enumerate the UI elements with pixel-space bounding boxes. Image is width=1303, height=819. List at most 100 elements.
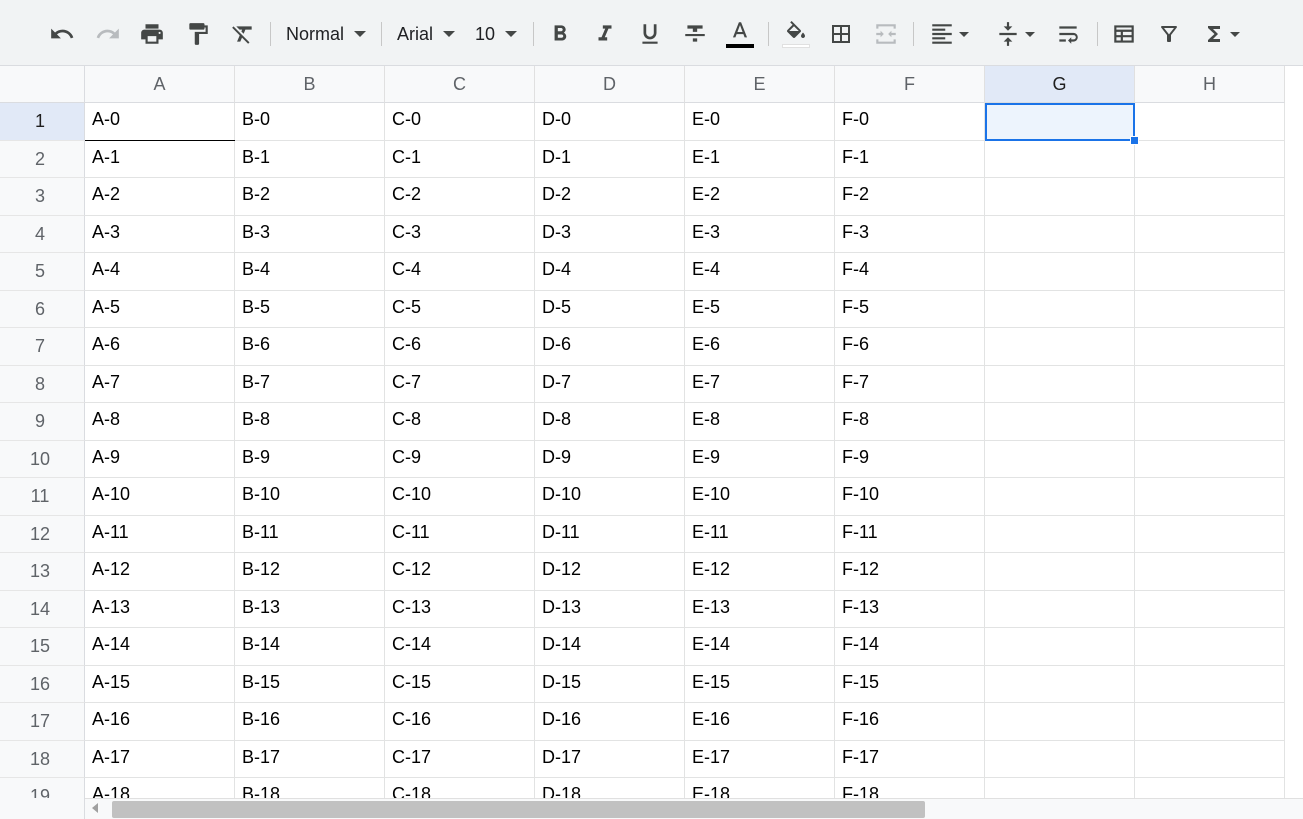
cell-d11[interactable]: D-10	[535, 478, 685, 516]
cell-f5[interactable]: F-4	[835, 253, 985, 291]
merge-cells-icon[interactable]	[868, 17, 904, 51]
cell-b10[interactable]: B-9	[235, 440, 385, 478]
cell-g18[interactable]	[985, 740, 1135, 778]
cell-d6[interactable]: D-5	[535, 290, 685, 328]
cell-d15[interactable]: D-14	[535, 628, 685, 666]
cell-h17[interactable]	[1135, 703, 1285, 741]
cell-f12[interactable]: F-11	[835, 515, 985, 553]
cell-f14[interactable]: F-13	[835, 590, 985, 628]
cell-g16[interactable]	[985, 665, 1135, 703]
cell-h7[interactable]	[1135, 328, 1285, 366]
cell-b6[interactable]: B-5	[235, 290, 385, 328]
italic-icon[interactable]	[587, 17, 623, 51]
cell-f13[interactable]: F-12	[835, 553, 985, 591]
cell-f18[interactable]: F-17	[835, 740, 985, 778]
select-all-corner[interactable]	[0, 66, 85, 103]
cell-c14[interactable]: C-13	[385, 590, 535, 628]
cell-f2[interactable]: F-1	[835, 140, 985, 178]
cell-g6[interactable]	[985, 290, 1135, 328]
cell-g7[interactable]	[985, 328, 1135, 366]
cell-a17[interactable]: A-16	[85, 703, 235, 741]
cell-f11[interactable]: F-10	[835, 478, 985, 516]
cell-h15[interactable]	[1135, 628, 1285, 666]
paint-format-icon[interactable]	[180, 17, 216, 51]
row-header[interactable]: 4	[0, 215, 85, 253]
cell-a1[interactable]: A-0	[85, 103, 235, 141]
cell-h18[interactable]	[1135, 740, 1285, 778]
row-header[interactable]: 14	[0, 590, 85, 628]
cell-f6[interactable]: F-5	[835, 290, 985, 328]
cell-g9[interactable]	[985, 403, 1135, 441]
vertical-align-icon[interactable]	[990, 17, 1040, 51]
cell-c2[interactable]: C-1	[385, 140, 535, 178]
cell-d16[interactable]: D-15	[535, 665, 685, 703]
row-header[interactable]: 16	[0, 665, 85, 703]
cell-a14[interactable]: A-13	[85, 590, 235, 628]
scroll-left-icon[interactable]	[92, 803, 98, 813]
cell-b13[interactable]: B-12	[235, 553, 385, 591]
style-dropdown[interactable]: Normal	[286, 17, 367, 51]
cell-g13[interactable]	[985, 553, 1135, 591]
functions-icon[interactable]	[1196, 17, 1246, 51]
cell-h10[interactable]	[1135, 440, 1285, 478]
cell-c11[interactable]: C-10	[385, 478, 535, 516]
cell-d1[interactable]: D-0	[535, 103, 685, 141]
redo-icon[interactable]	[90, 17, 126, 51]
cell-c5[interactable]: C-4	[385, 253, 535, 291]
cell-d18[interactable]: D-17	[535, 740, 685, 778]
cell-c13[interactable]: C-12	[385, 553, 535, 591]
cell-g17[interactable]	[985, 703, 1135, 741]
cell-f8[interactable]: F-7	[835, 365, 985, 403]
cell-a2[interactable]: A-1	[85, 140, 235, 178]
cell-c12[interactable]: C-11	[385, 515, 535, 553]
cell-a16[interactable]: A-15	[85, 665, 235, 703]
underline-icon[interactable]	[632, 17, 668, 51]
row-header[interactable]: 8	[0, 365, 85, 403]
cell-g2[interactable]	[985, 140, 1135, 178]
cell-d8[interactable]: D-7	[535, 365, 685, 403]
cell-b7[interactable]: B-6	[235, 328, 385, 366]
cell-a8[interactable]: A-7	[85, 365, 235, 403]
cell-h16[interactable]	[1135, 665, 1285, 703]
row-header[interactable]: 13	[0, 553, 85, 591]
fill-handle[interactable]	[1130, 136, 1139, 145]
column-header-b[interactable]: B	[235, 66, 385, 103]
cell-a6[interactable]: A-5	[85, 290, 235, 328]
cell-a13[interactable]: A-12	[85, 553, 235, 591]
cell-b16[interactable]: B-15	[235, 665, 385, 703]
cell-e11[interactable]: E-10	[685, 478, 835, 516]
cell-b1[interactable]: B-0	[235, 103, 385, 141]
cell-b18[interactable]: B-17	[235, 740, 385, 778]
cell-f3[interactable]: F-2	[835, 178, 985, 216]
cell-a5[interactable]: A-4	[85, 253, 235, 291]
column-header-f[interactable]: F	[835, 66, 985, 103]
cell-h4[interactable]	[1135, 215, 1285, 253]
cell-a10[interactable]: A-9	[85, 440, 235, 478]
cell-b3[interactable]: B-2	[235, 178, 385, 216]
cell-a9[interactable]: A-8	[85, 403, 235, 441]
row-header[interactable]: 18	[0, 740, 85, 778]
text-color-icon[interactable]	[722, 17, 758, 51]
cell-e2[interactable]: E-1	[685, 140, 835, 178]
cell-c17[interactable]: C-16	[385, 703, 535, 741]
cell-e4[interactable]: E-3	[685, 215, 835, 253]
cell-h1[interactable]	[1135, 103, 1285, 141]
fill-color-icon[interactable]	[778, 17, 814, 51]
cell-e15[interactable]: E-14	[685, 628, 835, 666]
cell-e6[interactable]: E-5	[685, 290, 835, 328]
borders-icon[interactable]	[823, 17, 859, 51]
cell-c18[interactable]: C-17	[385, 740, 535, 778]
cell-g8[interactable]	[985, 365, 1135, 403]
cell-e10[interactable]: E-9	[685, 440, 835, 478]
cell-h12[interactable]	[1135, 515, 1285, 553]
cell-f1[interactable]: F-0	[835, 103, 985, 141]
cell-d13[interactable]: D-12	[535, 553, 685, 591]
cell-h5[interactable]	[1135, 253, 1285, 291]
cell-b4[interactable]: B-3	[235, 215, 385, 253]
cell-h8[interactable]	[1135, 365, 1285, 403]
cell-e9[interactable]: E-8	[685, 403, 835, 441]
cell-a3[interactable]: A-2	[85, 178, 235, 216]
cell-c6[interactable]: C-5	[385, 290, 535, 328]
column-header-e[interactable]: E	[685, 66, 835, 103]
cell-f4[interactable]: F-3	[835, 215, 985, 253]
